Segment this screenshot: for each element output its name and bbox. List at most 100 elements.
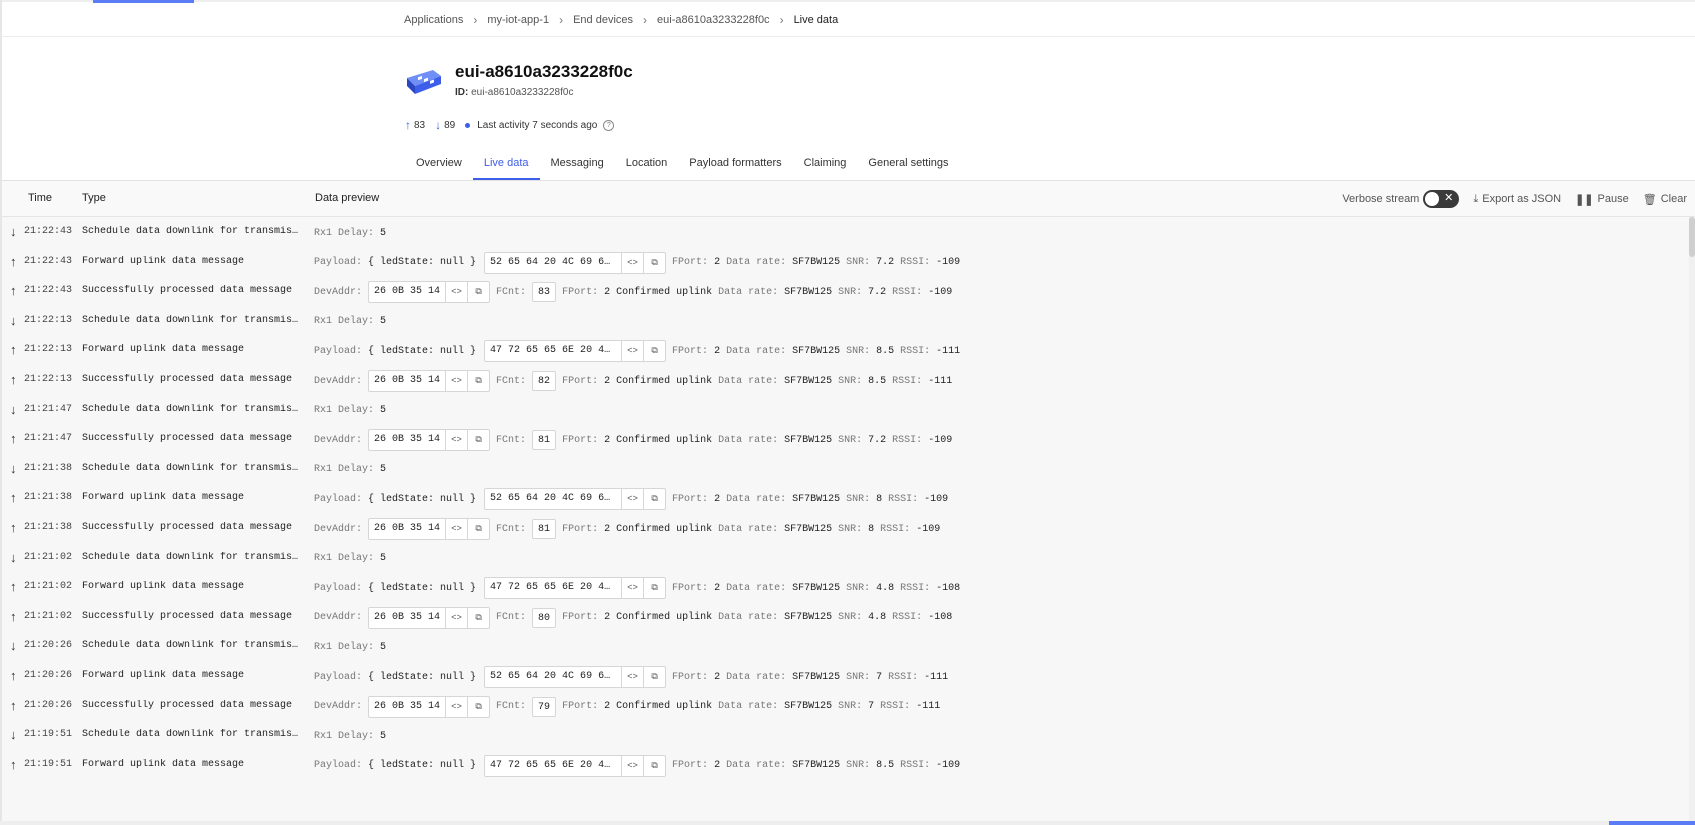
event-row[interactable]: ↑ 21:21:38 Forward uplink data message Payl…	[2, 483, 1692, 515]
snr-value: 8.5	[876, 760, 895, 772]
copy-icon[interactable]: ⧉	[643, 252, 665, 273]
fport-label: FPort:	[562, 612, 599, 624]
snr-label: SNR:	[838, 523, 863, 535]
event-row[interactable]: ↑ 21:21:47 Successfully processed data mes…	[2, 424, 1692, 456]
code-toggle-icon[interactable]: <>	[445, 696, 467, 717]
code-toggle-icon[interactable]: <>	[621, 578, 643, 599]
snr-value: 7.2	[876, 257, 895, 269]
code-toggle-icon[interactable]: <>	[445, 430, 467, 451]
events-scrollbar-thumb[interactable]	[1689, 217, 1695, 257]
fcnt-label: FCnt:	[496, 286, 527, 298]
event-row[interactable]: ↓ 21:21:02 Schedule data downlink for tran…	[2, 543, 1692, 575]
event-row[interactable]: ↑ 21:20:26 Forward uplink data message Payl…	[2, 661, 1692, 693]
export-json-button[interactable]: ⤓ Export as JSON	[1473, 193, 1561, 206]
event-type: Successfully processed data message	[82, 285, 293, 297]
event-row[interactable]: ↑ 21:22:43 Successfully processed data mes…	[2, 276, 1692, 308]
breadcrumb-application[interactable]: my-iot-app-1	[487, 14, 549, 26]
tab-live-data[interactable]: Live data	[472, 148, 540, 180]
data-rate-label: Data rate:	[726, 345, 787, 357]
devaddr-box: 26 0B 35 14 <> ⧉	[368, 695, 491, 718]
rssi-label: RSSI:	[900, 257, 931, 269]
help-icon[interactable]: ?	[603, 119, 615, 131]
breadcrumb-applications[interactable]: Applications	[404, 14, 463, 26]
copy-icon[interactable]: ⧉	[643, 489, 665, 510]
code-toggle-icon[interactable]: <>	[621, 341, 643, 362]
fcnt-label: FCnt:	[496, 701, 527, 713]
copy-icon[interactable]: ⧉	[643, 755, 665, 776]
copy-icon[interactable]: ⧉	[467, 430, 489, 451]
data-rate-value: SF7BW125	[792, 345, 841, 357]
event-type: Successfully processed data message	[82, 374, 293, 385]
tab-messaging[interactable]: Messaging	[540, 148, 615, 180]
event-row[interactable]: ↑ 21:22:43 Forward uplink data message Payl…	[2, 247, 1692, 279]
fport-label: FPort:	[562, 286, 599, 298]
breadcrumb-device[interactable]: eui-a8610a3233228f0c	[657, 14, 770, 26]
event-row[interactable]: ↓ 21:22:43 Schedule data downlink for tran…	[2, 217, 1692, 249]
payload-hex-box: 52 65 64 20 4C 69 67 68 74<>⧉	[484, 251, 667, 274]
verbose-stream-toggle[interactable]: ✕	[1423, 190, 1460, 208]
copy-icon[interactable]: ⧉	[467, 607, 489, 628]
event-row[interactable]: ↑ 21:21:38 Successfully processed data mes…	[2, 513, 1692, 545]
event-row[interactable]: ↓ 21:21:38 Schedule data downlink for tran…	[2, 454, 1692, 486]
event-row[interactable]: ↓ 21:21:47 Schedule data downlink for tran…	[2, 395, 1692, 427]
event-time: 21:21:38	[24, 522, 73, 533]
code-toggle-icon[interactable]: <>	[445, 282, 467, 303]
event-row[interactable]: ↓ 21:19:51 Schedule data downlink for tran…	[2, 720, 1692, 752]
copy-icon[interactable]: ⧉	[643, 578, 665, 599]
breadcrumb-current: Live data	[793, 14, 839, 26]
tab-claiming[interactable]: Claiming	[793, 148, 858, 180]
code-toggle-icon[interactable]: <>	[445, 371, 467, 391]
copy-icon[interactable]: ⧉	[643, 341, 665, 362]
rssi-label: RSSI:	[892, 434, 923, 446]
event-row[interactable]: ↑ 21:22:13 Successfully processed data mes…	[2, 365, 1692, 397]
event-row[interactable]: ↑ 21:22:13 Forward uplink data message Payl…	[2, 335, 1692, 367]
rssi-label: RSSI:	[900, 582, 931, 594]
event-time: 21:21:38	[24, 492, 73, 504]
code-toggle-icon[interactable]: <>	[621, 755, 643, 776]
copy-icon[interactable]: ⧉	[467, 696, 489, 717]
tab-general-settings[interactable]: General settings	[857, 148, 959, 180]
event-time: 21:20:26	[24, 699, 73, 711]
copy-icon[interactable]: ⧉	[467, 519, 489, 539]
rx1-delay-value: 5	[380, 464, 387, 476]
code-toggle-icon[interactable]: <>	[445, 519, 467, 539]
code-toggle-icon[interactable]: <>	[621, 489, 643, 510]
toggle-knob	[1425, 192, 1440, 206]
column-type: Type	[82, 192, 106, 204]
event-row[interactable]: ↑ 21:19:51 Forward uplink data message Payl…	[2, 750, 1692, 782]
data-rate-value: SF7BW125	[792, 671, 841, 683]
copy-icon[interactable]: ⧉	[467, 282, 489, 303]
decoded-payload: { ledState: null }	[368, 760, 477, 772]
event-row[interactable]: ↑ 21:20:26 Successfully processed data mes…	[2, 691, 1692, 723]
data-rate-value: SF7BW125	[784, 612, 833, 624]
event-time: 21:22:13	[24, 314, 73, 326]
snr-label: SNR:	[846, 582, 871, 594]
pause-button[interactable]: ❚❚ Pause	[1575, 193, 1629, 206]
decoded-payload: { ledState: null }	[368, 257, 477, 269]
snr-value: 8	[876, 493, 883, 505]
clear-button[interactable]: 🗑 Clear	[1643, 193, 1687, 206]
code-toggle-icon[interactable]: <>	[621, 252, 643, 273]
tab-overview[interactable]: Overview	[405, 148, 473, 180]
snr-value: 7.2	[868, 286, 887, 298]
devaddr-value: 26 0B 35 14	[374, 434, 441, 446]
devaddr-value: 26 0B 35 14	[374, 286, 441, 298]
data-rate-value: SF7BW125	[784, 701, 833, 713]
code-toggle-icon[interactable]: <>	[445, 607, 467, 628]
event-row[interactable]: ↓ 21:20:26 Schedule data downlink for tran…	[2, 631, 1692, 663]
payload-hex: 47 72 65 65 6E 20 4C 69 67	[490, 345, 621, 357]
copy-icon[interactable]: ⧉	[643, 667, 665, 687]
events-scrollbar[interactable]	[1689, 217, 1695, 821]
event-row[interactable]: ↓ 21:22:13 Schedule data downlink for tran…	[2, 306, 1692, 338]
event-type: Successfully processed data message	[82, 610, 293, 622]
event-row[interactable]: ↑ 21:21:02 Successfully processed data mes…	[2, 602, 1692, 634]
code-toggle-icon[interactable]: <>	[621, 667, 643, 687]
event-row[interactable]: ↑ 21:21:02 Forward uplink data message Payl…	[2, 572, 1692, 604]
event-data-preview: Rx1 Delay: 5	[314, 400, 386, 422]
tab-location[interactable]: Location	[615, 148, 679, 180]
tab-payload-formatters[interactable]: Payload formatters	[678, 148, 792, 180]
event-data-preview: Rx1 Delay: 5	[314, 222, 386, 244]
breadcrumb-end-devices[interactable]: End devices	[573, 14, 633, 26]
copy-icon[interactable]: ⧉	[467, 371, 489, 391]
chevron-right-icon: ›	[559, 13, 564, 27]
